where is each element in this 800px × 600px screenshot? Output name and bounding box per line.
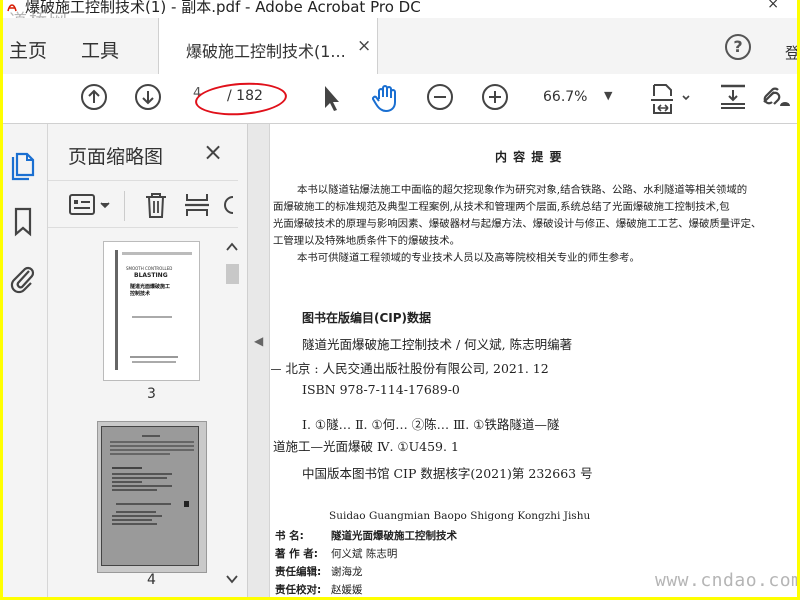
tab-bar: 主页 工具 爆破施工控制技术(1... × ? 登	[3, 18, 797, 75]
classification-line-2: 道施工—光面爆破 Ⅳ. ①U459. 1	[273, 439, 459, 454]
page-fit-icon[interactable]	[649, 82, 693, 116]
credit-label-1: 书 名:	[275, 530, 304, 542]
prev-page-icon[interactable]	[79, 82, 109, 112]
window-title: 爆破施工控制技术(1) - 副本.pdf - Adobe Acrobat Pro…	[25, 0, 421, 16]
thumbnail-page-4[interactable]	[101, 426, 199, 566]
thumbnail-options-icon[interactable]	[68, 193, 114, 217]
thumbnails-toolbar	[48, 180, 238, 228]
window-close-button[interactable]: ×	[767, 0, 779, 12]
help-button[interactable]: ?	[725, 34, 751, 60]
credit-value-3: 谢海龙	[331, 566, 363, 578]
thumb3-cn-title: 隧道光面爆破施工控制技术	[130, 284, 171, 297]
zoom-dropdown-icon[interactable]: ▼	[604, 89, 612, 102]
navigation-rail	[3, 124, 48, 597]
select-arrow-icon[interactable]	[319, 82, 343, 114]
thumbnail-label-3: 3	[147, 386, 156, 402]
abstract-line-3: 光面爆破技术的原理与影响因素、爆破器材与起爆方法、爆破设计与修正、爆破施工工艺、…	[273, 218, 762, 230]
page-thumbnails-panel: 页面缩略图 × SMOOTH CONTROLLED BLASTING 隧道光面爆…	[48, 124, 248, 597]
tab-home[interactable]: 主页	[9, 36, 47, 63]
cip-heading: 图书在版编目(CIP)数据	[302, 311, 432, 325]
thumbnails-scrollbar[interactable]	[223, 240, 241, 595]
page-thumbnails-icon[interactable]	[10, 152, 36, 182]
watermark-bottom-right: www.cndao.com	[655, 570, 797, 591]
scroll-up-icon[interactable]	[226, 242, 238, 252]
abstract-line-4: 工管理以及特殊地质条件下的爆破技术。	[273, 235, 461, 247]
bookmarks-icon[interactable]	[13, 207, 33, 237]
title-bar: 爆破施工控制技术(1) - 副本.pdf - Adobe Acrobat Pro…	[3, 0, 797, 18]
classification-line-1: Ⅰ. ①隧… Ⅱ. ①何… ②陈… Ⅲ. ①铁路隧道—隧	[302, 417, 560, 432]
pinyin-title: Suidao Guangmian Baopo Shigong Kongzhi J…	[329, 510, 591, 522]
page-heading: 内 容 提 要	[495, 150, 563, 164]
abstract-para-2: 本书可供隧道工程领域的专业技术人员以及高等院校相关专业的师生参考。	[297, 252, 640, 264]
collapse-panel-icon[interactable]: ◀	[254, 334, 263, 348]
document-tab-close-button[interactable]: ×	[357, 36, 371, 56]
zoom-in-icon[interactable]	[480, 82, 510, 112]
thumb3-en-title: SMOOTH CONTROLLED	[126, 266, 173, 271]
hand-tool-icon[interactable]	[370, 82, 402, 114]
cip-number: 中国版本图书馆 CIP 数据核字(2021)第 232663 号	[302, 466, 593, 481]
document-page: 内 容 提 要 本书以隧道钻爆法施工中面临的超欠挖现象作为研究对象,结合铁路、公…	[271, 124, 797, 597]
document-tab-label: 爆破施工控制技术(1...	[186, 42, 346, 61]
thumb3-en-title2: BLASTING	[134, 272, 168, 279]
panel-splitter[interactable]: ◀	[248, 124, 270, 597]
cip-line-1: 隧道光面爆破施工控制技术 / 何义斌, 陈志明编著	[302, 337, 573, 352]
delete-page-icon[interactable]	[143, 191, 169, 219]
thumbnail-page-3[interactable]: SMOOTH CONTROLLED BLASTING 隧道光面爆破施工控制技术	[103, 241, 200, 381]
zoom-level-field[interactable]: 66.7%	[543, 89, 587, 105]
share-link-icon[interactable]	[758, 82, 792, 112]
insert-page-icon[interactable]	[184, 191, 210, 219]
login-link[interactable]: 登	[785, 42, 797, 63]
thumbnails-scroll-thumb[interactable]	[226, 264, 239, 284]
credit-value-2: 何义斌 陈志明	[331, 548, 398, 560]
credit-value-4: 赵媛媛	[331, 584, 363, 596]
thumbnail-label-4: 4	[147, 572, 156, 588]
acrobat-window: 爆破施工控制技术(1) - 副本.pdf - Adobe Acrobat Pro…	[3, 0, 797, 597]
tab-tools[interactable]: 工具	[81, 36, 119, 63]
thumbnails-panel-title: 页面缩略图	[68, 146, 164, 168]
credit-label-2: 著 作 者:	[275, 548, 319, 560]
next-page-icon[interactable]	[133, 82, 163, 112]
abstract-line-2: 面爆破施工的标准规范及典型工程案例,从技术和管理两个层面,系统总结了光面爆破施工…	[273, 201, 730, 213]
cip-line-3: ISBN 978-7-114-17689-0	[302, 382, 460, 397]
scroll-down-icon[interactable]	[226, 574, 238, 584]
credit-label-4: 责任校对:	[275, 584, 322, 596]
rotate-page-icon[interactable]	[223, 191, 235, 219]
attachments-icon[interactable]	[9, 262, 37, 294]
thumbnails-panel-close-button[interactable]: ×	[203, 138, 223, 166]
main-toolbar: 4 / 182 66.7% ▼	[3, 74, 797, 124]
tab-document[interactable]: 爆破施工控制技术(1... ×	[158, 18, 378, 75]
scroll-mode-icon[interactable]	[719, 82, 747, 112]
abstract-line-1: 本书以隧道钻爆法施工中面临的超欠挖现象作为研究对象,结合铁路、公路、水利隧道等相…	[297, 184, 748, 196]
credit-value-1: 隧道光面爆破施工控制技术	[331, 530, 457, 542]
cip-line-2: . — 北京 : 人民交通出版社股份有限公司, 2021. 12	[271, 361, 549, 376]
credit-label-3: 责任编辑:	[275, 566, 322, 578]
zoom-out-icon[interactable]	[425, 82, 455, 112]
